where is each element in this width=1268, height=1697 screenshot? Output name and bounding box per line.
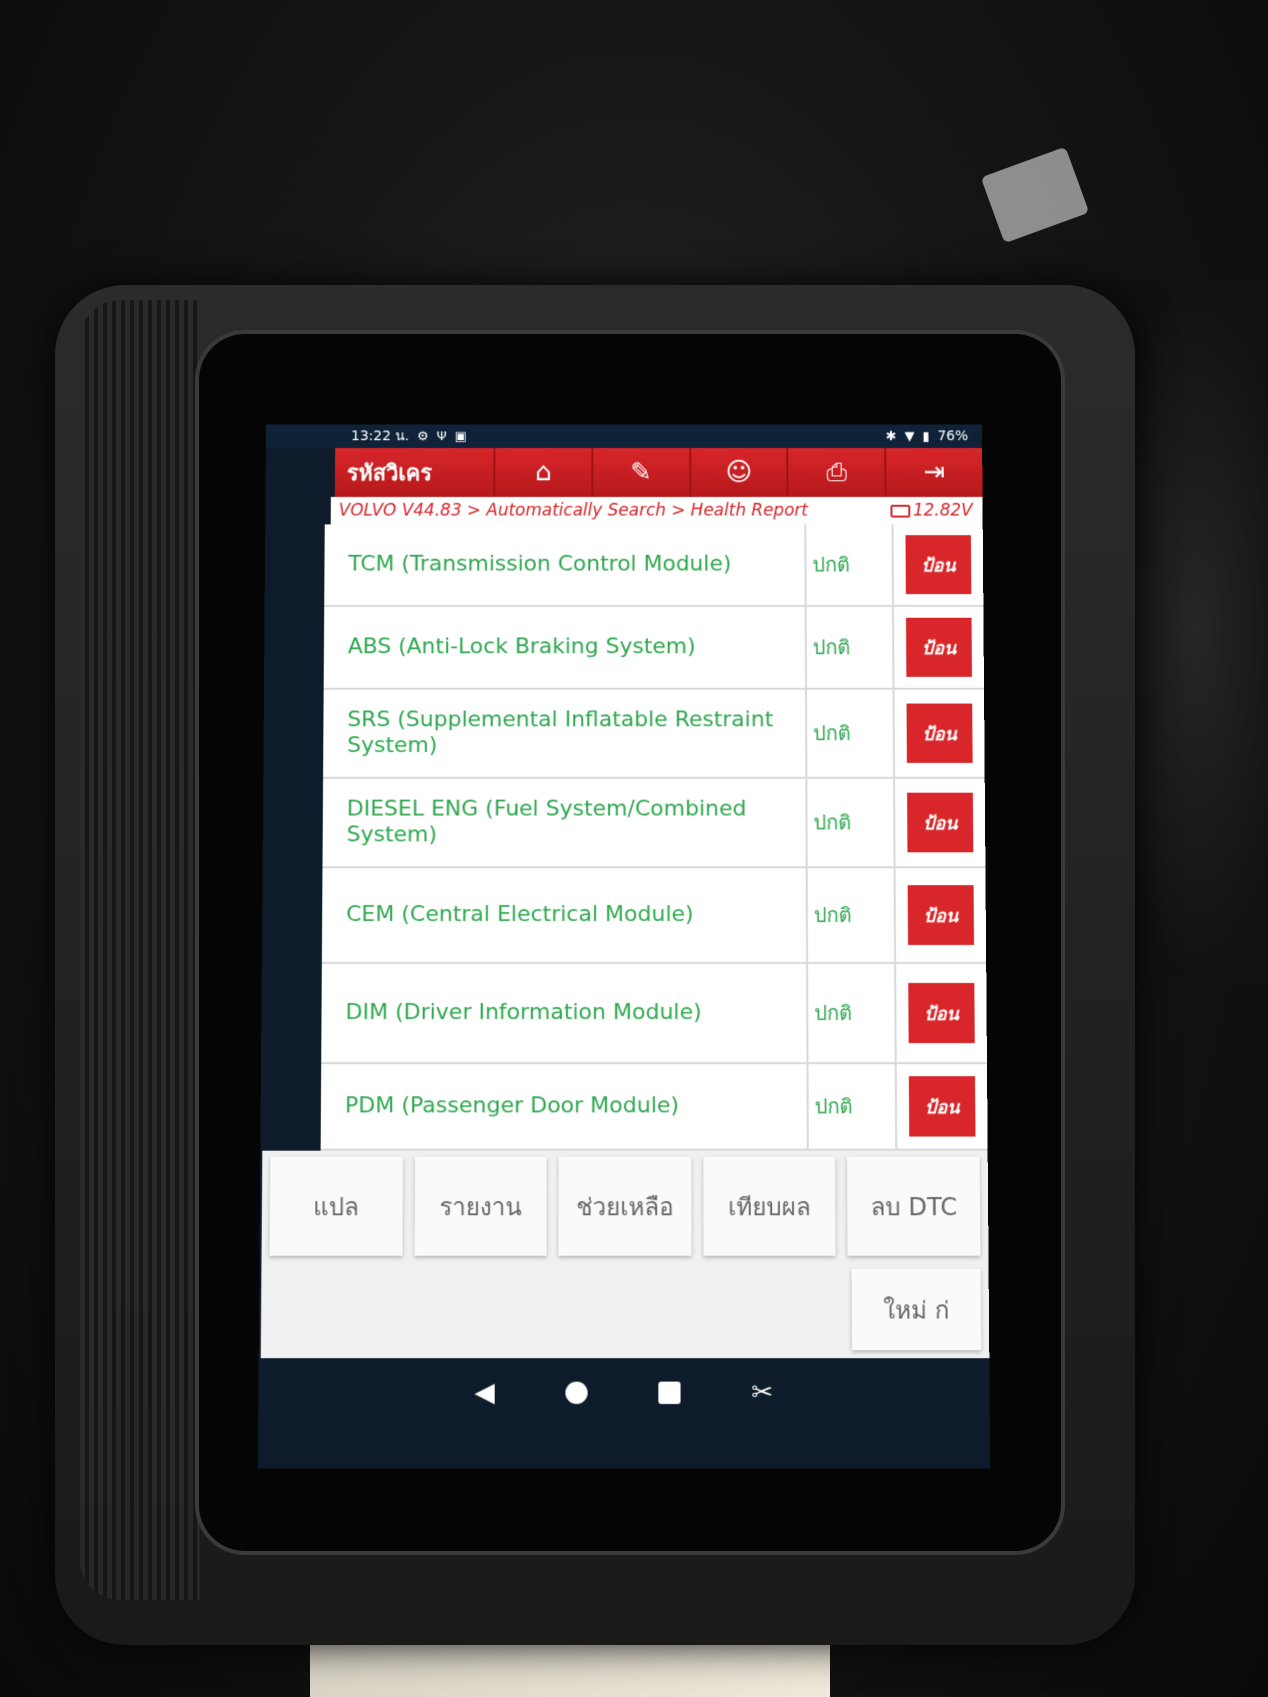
home-icon: ⌂ — [535, 457, 552, 488]
android-nav-bar: ◀ ✂ — [258, 1358, 990, 1428]
module-status: ปกติ — [807, 778, 896, 867]
home-nav-icon[interactable] — [565, 1381, 588, 1405]
module-name: PDM (Passenger Door Module) — [320, 1064, 809, 1149]
battery-level: 76% — [937, 428, 969, 445]
clear-dtc-button[interactable]: ลบ DTC — [847, 1156, 981, 1256]
exit-icon: ⇥ — [923, 457, 946, 488]
car-battery-icon — [890, 504, 911, 518]
wifi-icon: ▼ — [904, 428, 915, 444]
back-icon[interactable]: ◀ — [475, 1378, 495, 1409]
home-button[interactable]: ⌂ — [493, 448, 592, 497]
enter-button[interactable]: ป้อน — [907, 792, 974, 853]
app-title: รหัสวิเคร — [346, 461, 433, 486]
module-status: ปกติ — [806, 524, 895, 605]
table-row: DIESEL ENG (Fuel System/Combined System)… — [322, 778, 986, 869]
module-status: ปกติ — [806, 606, 895, 688]
enter-button[interactable]: ป้อน — [908, 1076, 976, 1137]
enter-button[interactable]: ป้อน — [907, 885, 975, 945]
app-header: รหัสวิเคร ⌂ ✎ ☺ ⎙ ⇥ — [334, 448, 983, 497]
table-row: DIM (Driver Information Module) ปกติ ป้อ… — [321, 963, 987, 1065]
user-icon: ☺ — [725, 457, 753, 488]
translate-button[interactable]: แปล — [269, 1156, 403, 1256]
module-name: TCM (Transmission Control Module) — [324, 524, 807, 605]
help-button[interactable]: ช่วยเหลือ — [558, 1156, 692, 1256]
edit-button[interactable]: ✎ — [591, 448, 689, 497]
print-icon: ⎙ — [826, 457, 847, 487]
module-status: ปกติ — [807, 868, 897, 962]
enter-button[interactable]: ป้อน — [908, 982, 975, 1044]
module-status: ปกติ — [808, 1064, 898, 1149]
table-row: SRS (Supplemental Inflatable Restraint S… — [323, 689, 985, 779]
print-button[interactable]: ⎙ — [786, 448, 885, 497]
notification-icon: ⚙ — [417, 428, 429, 444]
bluetooth-icon: ✱ — [885, 428, 897, 444]
bottom-toolbar: แปล รายงาน ช่วยเหลือ เทียบผล ลบ DTC ใหม่… — [260, 1150, 990, 1359]
module-status: ปกติ — [808, 963, 897, 1063]
module-name: DIM (Driver Information Module) — [321, 963, 809, 1063]
new-button[interactable]: ใหม่ ก่ — [851, 1268, 982, 1351]
breadcrumb-path: VOLVO V44.83 > Automatically Search > He… — [338, 500, 808, 521]
compare-button[interactable]: เทียบผล — [703, 1156, 836, 1256]
module-status: ปกติ — [806, 689, 896, 777]
table-row: CEM (Central Electrical Module) ปกติ ป้อ… — [321, 868, 987, 964]
enter-button[interactable]: ป้อน — [905, 617, 972, 677]
table-row: PDM (Passenger Door Module) ปกติ ป้อน — [320, 1064, 988, 1151]
status-time: 13:22 น. — [350, 428, 410, 445]
exit-button[interactable]: ⇥ — [884, 448, 983, 497]
battery-icon: ▮ — [922, 428, 930, 444]
voltage-value: 12.82V — [912, 500, 973, 521]
module-name: DIESEL ENG (Fuel System/Combined System) — [322, 778, 808, 867]
voltage-readout: 12.82V — [890, 500, 973, 521]
module-name: SRS (Supplemental Inflatable Restraint S… — [323, 689, 808, 777]
tablet-screen: 13:22 น. ⚙ Ψ ▣ ✱ ▼ ▮ 76% รหัสวิเคร ⌂ ✎ ☺… — [257, 424, 991, 1469]
background-paper — [310, 1640, 830, 1697]
module-name: CEM (Central Electrical Module) — [321, 868, 809, 962]
tablet-grille — [80, 300, 200, 1600]
usb-icon: Ψ — [436, 428, 447, 444]
background-light-reflection — [980, 146, 1090, 244]
table-row: TCM (Transmission Control Module) ปกติ ป… — [324, 524, 984, 607]
module-name: ABS (Anti-Lock Braking System) — [323, 606, 807, 688]
screenshot-icon[interactable]: ✂ — [751, 1378, 773, 1409]
edit-icon: ✎ — [630, 457, 652, 488]
user-button[interactable]: ☺ — [688, 448, 787, 497]
enter-button[interactable]: ป้อน — [906, 703, 973, 763]
module-list: TCM (Transmission Control Module) ปกติ ป… — [320, 524, 988, 1151]
android-status-bar: 13:22 น. ⚙ Ψ ▣ ✱ ▼ ▮ 76% — [265, 424, 983, 449]
breadcrumb: VOLVO V44.83 > Automatically Search > He… — [330, 496, 983, 525]
recents-icon[interactable] — [658, 1381, 681, 1405]
table-row: ABS (Anti-Lock Braking System) ปกติ ป้อน — [323, 606, 985, 690]
image-icon: ▣ — [454, 428, 467, 444]
enter-button[interactable]: ป้อน — [905, 535, 972, 595]
report-button[interactable]: รายงาน — [414, 1156, 547, 1256]
